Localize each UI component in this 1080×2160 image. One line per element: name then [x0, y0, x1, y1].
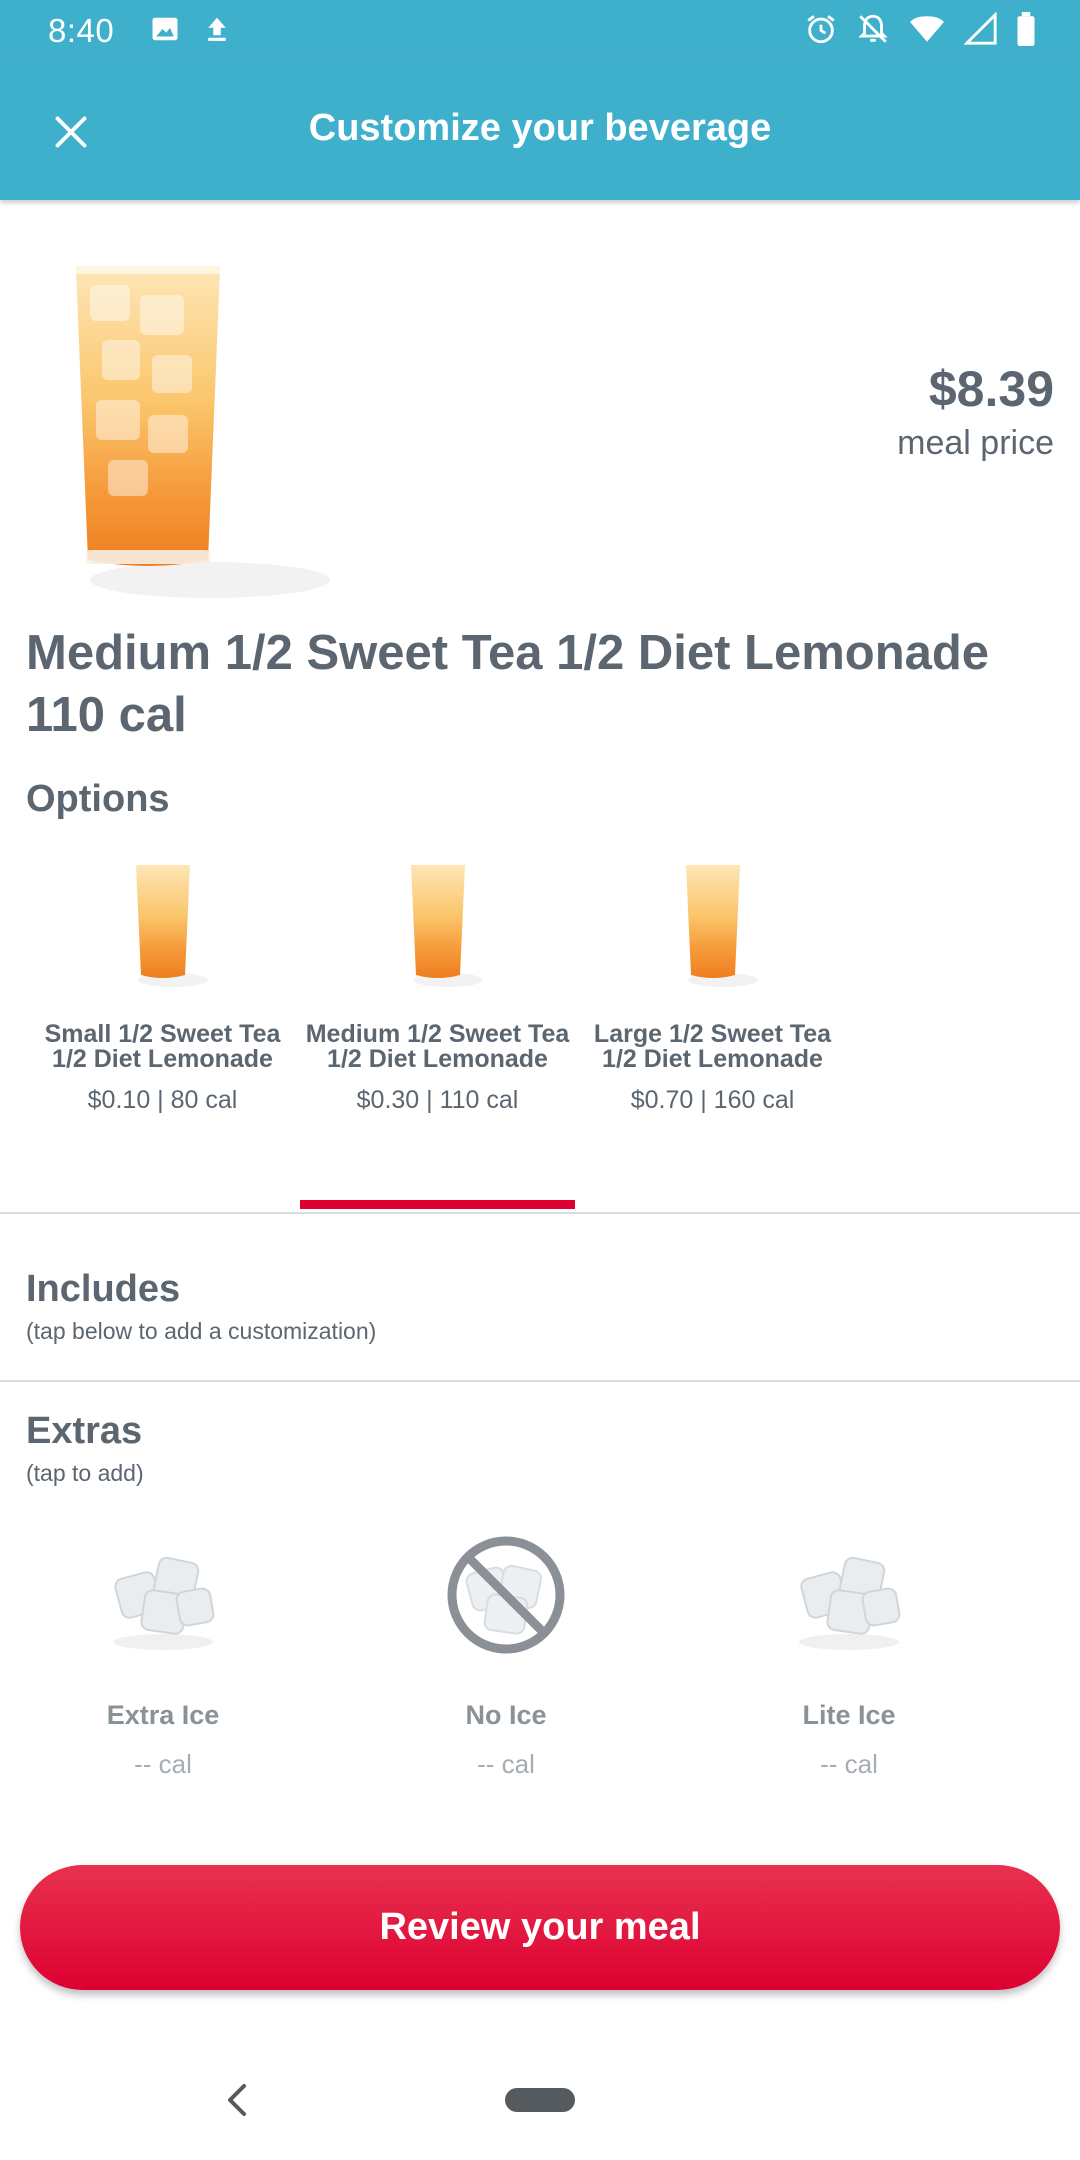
includes-heading: Includes — [26, 1268, 181, 1310]
extra-name: No Ice — [465, 1700, 547, 1730]
option-small[interactable]: Small 1/2 Sweet Tea 1/2 Diet Lemonade $0… — [25, 855, 300, 1115]
alarm-icon — [807, 15, 835, 44]
status-time: 8:40 — [48, 12, 115, 49]
option-price-cal: $0.30 | 110 cal — [356, 1086, 519, 1114]
divider — [0, 1212, 1080, 1214]
beverage-image — [76, 266, 330, 598]
extra-cal: -- cal — [820, 1749, 878, 1779]
extra-cal: -- cal — [134, 1749, 192, 1779]
lite-ice-option[interactable]: Lite Ice -- cal — [679, 1530, 1019, 1780]
option-name: Small 1/2 Sweet Tea 1/2 Diet Lemonade — [44, 1020, 281, 1073]
signal-icon — [964, 12, 997, 45]
extra-cal: -- cal — [477, 1749, 535, 1779]
divider — [0, 1380, 1080, 1382]
includes-subtitle: (tap below to add a customization) — [26, 1318, 377, 1344]
no-ice-icon — [447, 1536, 565, 1654]
status-left-icons — [150, 14, 232, 44]
back-icon[interactable] — [222, 2080, 252, 2120]
option-name: Large 1/2 Sweet Tea 1/2 Diet Lemonade — [593, 1020, 832, 1073]
small-drink-image — [135, 865, 208, 987]
no-ice-option[interactable]: No Ice -- cal — [336, 1530, 676, 1780]
extra-name: Extra Ice — [106, 1700, 220, 1730]
option-name: Medium 1/2 Sweet Tea 1/2 Diet Lemonade — [305, 1020, 570, 1073]
wifi-icon — [910, 16, 944, 42]
selected-option-indicator — [300, 1200, 575, 1209]
battery-icon — [1017, 12, 1035, 46]
ice-icon — [799, 1556, 901, 1650]
option-large[interactable]: Large 1/2 Sweet Tea 1/2 Diet Lemonade $0… — [575, 855, 850, 1115]
option-price-cal: $0.70 | 160 cal — [630, 1086, 795, 1114]
status-bar: 8:40 — [0, 0, 1080, 63]
review-meal-button[interactable]: Review your meal — [20, 1865, 1060, 1990]
bell-off-icon — [858, 14, 888, 43]
upload-icon — [208, 17, 226, 41]
ice-icon — [113, 1556, 215, 1650]
options-heading: Options — [26, 778, 170, 820]
meal-price: $8.39 — [928, 361, 1054, 417]
extra-ice-option[interactable]: Extra Ice -- cal — [0, 1530, 333, 1780]
price-block: $8.39 meal price — [897, 360, 1054, 463]
large-drink-image — [685, 865, 758, 987]
medium-drink-image — [410, 865, 483, 987]
home-handle[interactable] — [505, 2088, 575, 2112]
extras-heading: Extras — [26, 1410, 143, 1452]
meal-price-label: meal price — [897, 424, 1054, 462]
item-title: Medium 1/2 Sweet Tea 1/2 Diet Lemonade 1… — [26, 626, 990, 742]
app-bar: Customize your beverage — [0, 63, 1080, 200]
image-icon — [152, 17, 178, 41]
extras-subtitle: (tap to add) — [26, 1460, 144, 1486]
option-medium[interactable]: Medium 1/2 Sweet Tea 1/2 Diet Lemonade $… — [300, 855, 575, 1115]
status-right-icons — [804, 12, 1036, 46]
option-price-cal: $0.10 | 80 cal — [87, 1086, 238, 1114]
extra-name: Lite Ice — [802, 1700, 896, 1730]
page-title: Customize your beverage — [308, 107, 772, 149]
